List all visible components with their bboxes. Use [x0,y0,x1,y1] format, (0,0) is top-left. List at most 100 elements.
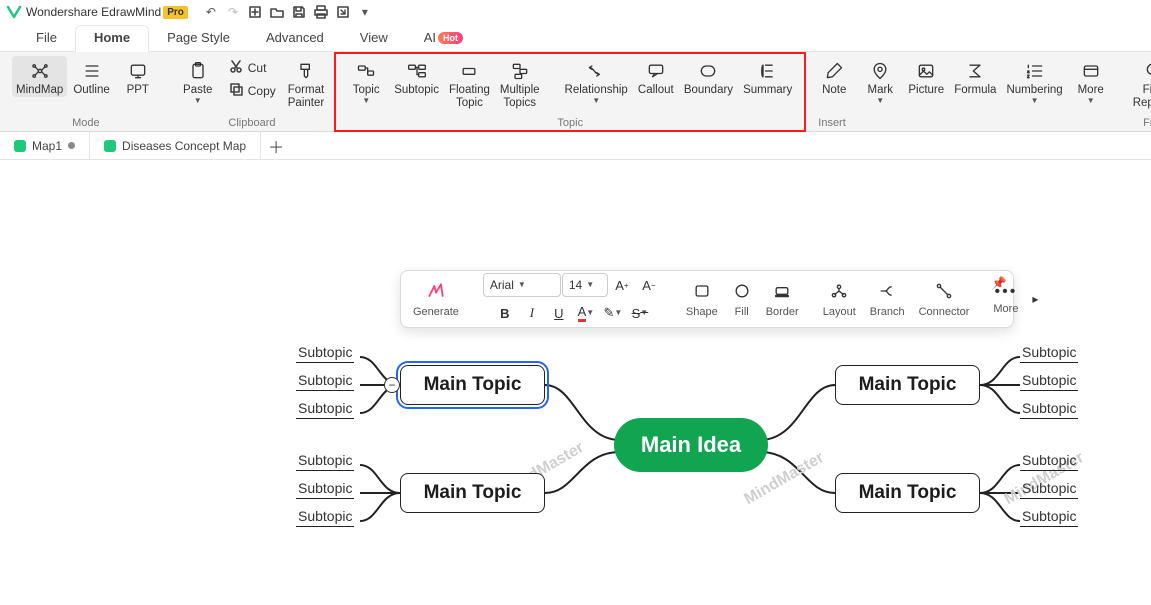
tab-page-style[interactable]: Page Style [149,26,248,51]
topic-button[interactable]: Topic ▼ [344,56,388,105]
increase-font-button[interactable]: A+ [609,273,635,297]
callout-icon [644,60,668,82]
subtopic-node[interactable]: Subtopic [296,452,354,471]
subtopic-node[interactable]: Subtopic [1020,344,1078,363]
outline-button[interactable]: Outline [69,56,113,97]
note-icon [822,60,846,82]
layout-icon [829,281,849,304]
tab-file[interactable]: File [18,26,75,51]
main-topic-node-4[interactable]: Main Topic [835,473,980,513]
fill-button[interactable]: Fill [728,277,756,321]
paste-icon [186,60,210,82]
subtopic-node[interactable]: Subtopic [296,344,354,363]
open-button[interactable] [266,2,288,22]
subtopic-node[interactable]: Subtopic [296,400,354,419]
layout-button[interactable]: Layout [819,277,860,321]
formula-button[interactable]: Formula [950,56,1000,97]
caret-icon: ▼ [876,96,884,105]
underline-button[interactable]: U [546,301,572,325]
group-label-topic: Topic [557,117,583,131]
print-button[interactable] [310,2,332,22]
tab-advanced[interactable]: Advanced [248,26,342,51]
note-button[interactable]: Note [812,56,856,97]
highlight-button[interactable]: ✎ ▼ [600,301,626,325]
font-color-button[interactable]: A ▼ [573,301,599,325]
toolbar-expand-button[interactable]: ▸ [1028,277,1042,321]
canvas[interactable]: MindMaster MindMaster MindMaster Main Id… [0,160,1151,605]
pin-icon[interactable]: 📌 [991,275,1007,291]
save-button[interactable] [288,2,310,22]
strikethrough-button[interactable]: S ▼ [627,301,653,325]
floating-topic-button[interactable]: Floating Topic [445,56,494,110]
collapse-toggle[interactable]: − [384,377,400,393]
boundary-button[interactable]: Boundary [680,56,737,97]
doctab-map1[interactable]: Map1 [0,132,90,159]
floating-topic-icon [457,60,481,82]
qat-dropdown-icon[interactable]: ▾ [354,2,376,22]
callout-button[interactable]: Callout [634,56,678,97]
border-icon [772,281,792,304]
italic-button[interactable]: I [519,301,545,325]
main-topic-node-3[interactable]: Main Topic [835,365,980,405]
caret-icon: ▼ [592,96,600,105]
subtopic-node[interactable]: Subtopic [296,372,354,391]
border-button[interactable]: Border [762,277,803,321]
pro-badge: Pro [163,6,188,19]
caret-icon: ▼ [362,96,370,105]
mini-toolbar: 📌 Generate Arial▼ 14▼ A+ A− B I U A ▼ ✎ … [400,270,1014,328]
decrease-font-button[interactable]: A− [636,273,662,297]
subtopic-node[interactable]: Subtopic [1020,372,1078,391]
cut-icon [228,58,244,77]
add-tab-button[interactable]: ＋ [261,134,291,158]
shape-button[interactable]: Shape [682,277,722,321]
multiple-topics-button[interactable]: Multiple Topics [496,56,544,110]
undo-button[interactable]: ↶ [200,2,222,22]
app-title: Wondershare EdrawMind [26,5,161,19]
tab-ai[interactable]: AI Hot [406,26,481,51]
quick-access-toolbar: ↶ ↷ ▾ [200,2,376,22]
subtopic-node[interactable]: Subtopic [296,480,354,499]
hot-badge: Hot [438,32,463,44]
font-size-select[interactable]: 14▼ [562,273,608,297]
export-button[interactable] [332,2,354,22]
relationship-button[interactable]: Relationship ▼ [561,56,632,105]
bold-button[interactable]: B [492,301,518,325]
format-painter-button[interactable]: Format Painter [284,56,328,110]
summary-button[interactable]: Summary [739,56,796,97]
subtopic-node[interactable]: Subtopic [1020,508,1078,527]
group-mode: MindMap Outline PPT Mode [6,56,166,131]
branch-button[interactable]: Branch [866,277,909,321]
ppt-button[interactable]: PPT [116,56,160,97]
mindmap-button[interactable]: MindMap [12,56,67,97]
subtopic-node[interactable]: Subtopic [1020,480,1078,499]
find-replace-button[interactable]: Find Replace [1129,56,1151,110]
picture-button[interactable]: Picture [904,56,948,97]
title-bar: Wondershare EdrawMind Pro ↶ ↷ ▾ [0,0,1151,24]
new-button[interactable] [244,2,266,22]
subtopic-node[interactable]: Subtopic [1020,400,1078,419]
group-insert: Note Mark ▼ Picture Formula Numbering ▼ [806,56,1118,131]
doctab-diseases[interactable]: Diseases Concept Map [90,132,261,159]
group-label-clipboard: Clipboard [228,117,275,131]
redo-button[interactable]: ↷ [222,2,244,22]
subtopic-node[interactable]: Subtopic [1020,452,1078,471]
subtopic-node[interactable]: Subtopic [296,508,354,527]
generate-button[interactable]: Generate [409,277,463,321]
tab-home[interactable]: Home [75,25,149,52]
central-topic-node[interactable]: Main Idea [614,418,768,472]
picture-icon [914,60,938,82]
mark-button[interactable]: Mark ▼ [858,56,902,105]
ai-generate-icon [425,281,447,304]
connector-button[interactable]: Connector [915,277,974,321]
main-topic-node-1[interactable]: Main Topic [400,365,545,405]
copy-button[interactable]: Copy [222,79,282,102]
main-topic-node-2[interactable]: Main Topic [400,473,545,513]
cut-button[interactable]: Cut [222,56,282,79]
subtopic-button[interactable]: Subtopic [390,56,443,97]
font-family-select[interactable]: Arial▼ [483,273,561,297]
caret-icon: ▼ [1031,96,1039,105]
paste-button[interactable]: Paste ▼ [176,56,220,105]
more-button[interactable]: More ▼ [1069,56,1113,105]
numbering-button[interactable]: Numbering ▼ [1002,56,1066,105]
tab-view[interactable]: View [342,26,406,51]
